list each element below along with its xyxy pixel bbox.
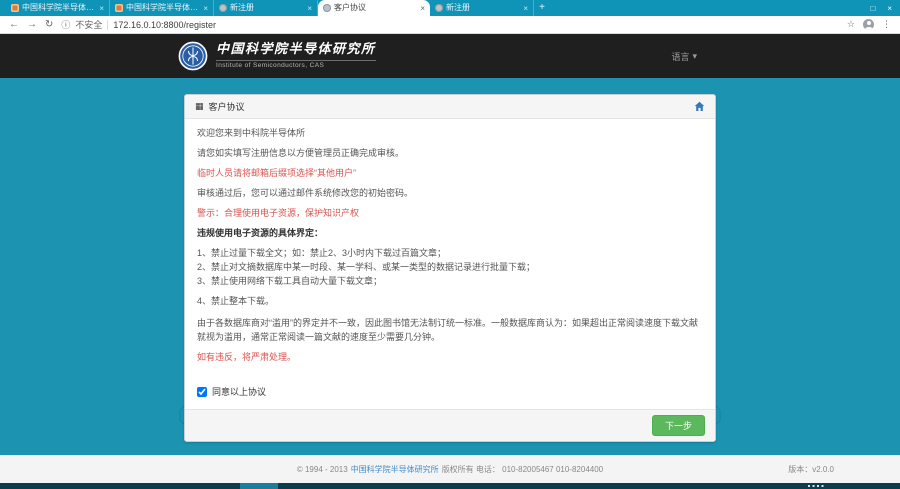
site-favicon	[323, 4, 331, 12]
panel-body: 欢迎您来到中科院半导体所 请您如实填写注册信息以方便管理员正确完成审核。 临时人…	[185, 119, 715, 409]
tab-close-icon[interactable]: ×	[523, 4, 528, 13]
rules-list: 1、禁止过量下载全文；如：禁止2、3小时内下载过百篇文章； 2、禁止对文摘数据库…	[197, 247, 703, 308]
profile-avatar[interactable]	[863, 19, 874, 30]
url-text[interactable]: 172.16.0.10:8800/register	[113, 20, 216, 30]
next-step-button[interactable]: 下一步	[652, 415, 705, 436]
panel-title: 客户协议	[209, 100, 245, 113]
grid-icon: ▦	[195, 101, 204, 112]
browser-tab-agreement-active[interactable]: 客户协议 ×	[318, 0, 430, 16]
rule-item-4: 4、禁止整本下载。	[197, 295, 703, 308]
resource-warning: 警示：合理使用电子资源，保护知识产权	[197, 207, 703, 220]
agree-row: 同意以上协议	[197, 386, 703, 399]
org-name-en: Institute of Semiconductors, CAS	[216, 60, 376, 69]
tab-title: 新注册	[446, 0, 520, 16]
agree-label: 同意以上协议	[212, 386, 266, 399]
rules-title: 违规使用电子资源的具体界定：	[197, 227, 703, 240]
language-label: 语言	[671, 50, 689, 63]
tab-close-icon[interactable]: ×	[99, 4, 104, 13]
tab-title: 中国科学院半导体研究所 内网主页	[22, 0, 96, 16]
version-label: 版本：v2.0.0	[788, 464, 834, 475]
org-footer-link[interactable]: 中国科学院半导体研究所	[351, 464, 439, 475]
page-content: ▦ 客户协议 欢迎您来到中科院半导体所 请您如实填写注册信息以方便管理员正确完成…	[0, 78, 900, 455]
tab-close-icon[interactable]: ×	[307, 4, 312, 13]
taskbar-active-window[interactable]	[240, 483, 278, 489]
tab-strip: 中国科学院半导体研究所 内网主页 × 中国科学院半导体研究所 内网主页 × 新注…	[0, 0, 900, 16]
institute-favicon	[115, 4, 123, 12]
browser-window: 中国科学院半导体研究所 内网主页 × 中国科学院半导体研究所 内网主页 × 新注…	[0, 0, 900, 489]
info-icon[interactable]: ⓘ	[61, 18, 70, 31]
site-header: 中国科学院半导体研究所 Institute of Semiconductors,…	[0, 34, 900, 78]
window-controls: □ ×	[870, 0, 892, 16]
agreement-panel: ▦ 客户协议 欢迎您来到中科院半导体所 请您如实填写注册信息以方便管理员正确完成…	[184, 94, 716, 442]
url-box[interactable]: ⓘ 不安全 172.16.0.10:8800/register	[61, 18, 839, 31]
reload-icon[interactable]: ↻	[45, 16, 53, 33]
browser-tab-intranet-1[interactable]: 中国科学院半导体研究所 内网主页 ×	[6, 0, 110, 16]
taskbar-tray-icons	[808, 485, 824, 487]
temp-staff-note: 临时人员请将邮箱后缀项选择“其他用户”	[197, 167, 703, 180]
browser-tab-register-1[interactable]: 新注册 ×	[214, 0, 318, 16]
browser-menu-icon[interactable]: ⋮	[882, 19, 891, 30]
tab-close-icon[interactable]: ×	[420, 4, 425, 13]
institute-favicon	[11, 4, 19, 12]
site-footer: © 1994 - 2013 中国科学院半导体研究所 版权所有 电话： 010-8…	[0, 455, 900, 483]
tab-title: 新注册	[230, 0, 304, 16]
browser-tab-register-2[interactable]: 新注册 ×	[430, 0, 534, 16]
copyright-suffix: 版权所有 电话： 010-82005467 010-8204400	[442, 464, 603, 475]
browser-tab-intranet-2[interactable]: 中国科学院半导体研究所 内网主页 ×	[110, 0, 214, 16]
agree-checkbox[interactable]	[197, 387, 207, 397]
home-icon[interactable]	[694, 101, 705, 112]
rule-item-2: 2、禁止对文摘数据库中某一时段、某一学科、或某一类型的数据记录进行批量下载；	[197, 261, 703, 274]
review-note: 审核通过后，您可以通过邮件系统修改您的初始密码。	[197, 187, 703, 200]
org-name-cn: 中国科学院半导体研究所	[216, 43, 376, 57]
back-icon[interactable]: ←	[9, 16, 19, 33]
language-dropdown[interactable]: 语言 ▾	[671, 50, 697, 63]
copyright-prefix: © 1994 - 2013	[297, 465, 348, 474]
address-bar: ← → ↻ ⓘ 不安全 172.16.0.10:8800/register ☆ …	[0, 16, 900, 34]
url-divider	[107, 20, 108, 30]
close-window-button[interactable]: ×	[887, 4, 892, 13]
rule-item-1: 1、禁止过量下载全文；如：禁止2、3小时内下载过百篇文章；	[197, 247, 703, 260]
tab-close-icon[interactable]: ×	[203, 4, 208, 13]
tab-title: 中国科学院半导体研究所 内网主页	[126, 0, 200, 16]
violation-note: 如有违反，将严肃处理。	[197, 351, 703, 364]
rule-item-3: 3、禁止使用网络下载工具自动大量下载文章；	[197, 275, 703, 288]
site-favicon	[219, 4, 227, 12]
panel-footer: 下一步	[185, 409, 715, 441]
panel-header: ▦ 客户协议	[185, 95, 715, 119]
new-tab-button[interactable]: +	[534, 0, 550, 16]
tab-title: 客户协议	[334, 0, 417, 16]
site-favicon	[435, 4, 443, 12]
bookmark-star-icon[interactable]: ☆	[847, 19, 855, 30]
taskbar	[0, 483, 900, 489]
forward-icon[interactable]: →	[27, 16, 37, 33]
fill-instruction-text: 请您如实填写注册信息以方便管理员正确完成审核。	[197, 147, 703, 160]
address-bar-actions: ☆ ⋮	[847, 19, 891, 30]
site-logo: 中国科学院半导体研究所 Institute of Semiconductors,…	[178, 41, 376, 71]
maximize-button[interactable]: □	[870, 4, 875, 13]
welcome-text: 欢迎您来到中科院半导体所	[197, 127, 703, 140]
chevron-down-icon: ▾	[692, 51, 697, 62]
security-label: 不安全	[75, 18, 102, 31]
explanation-text: 由于各数据库商对“滥用”的界定并不一致，因此图书馆无法制订统一标准。一般数据库商…	[197, 317, 703, 343]
institute-logo-emblem	[178, 41, 208, 71]
